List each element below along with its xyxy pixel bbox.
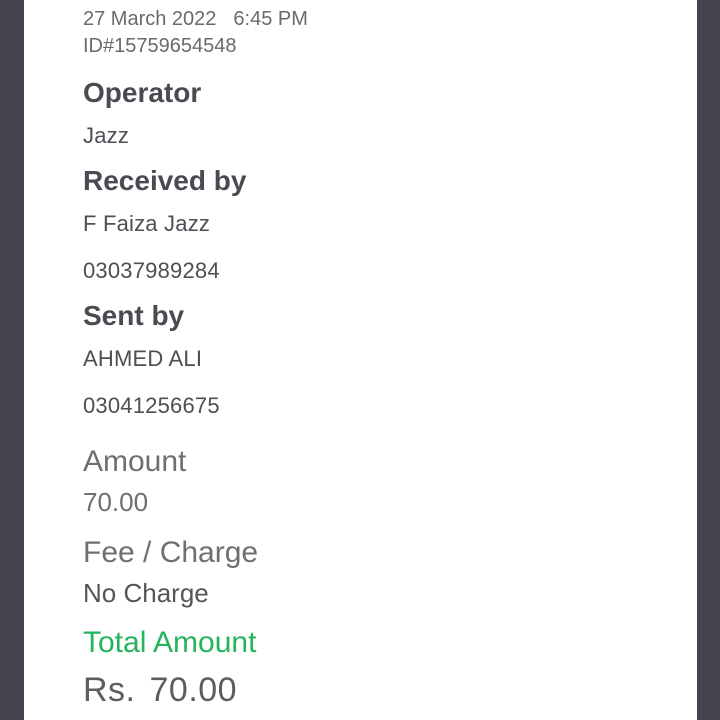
fee-value: No Charge [83,578,209,608]
sent-by-heading: Sent by [83,300,185,331]
transaction-id: ID#15759654548 [83,35,237,57]
currency-label: Rs. [83,671,136,709]
sender-name: AHMED ALI [83,346,203,371]
operator-value: Jazz [83,123,130,148]
transaction-time: 6:45 PM [233,8,308,30]
sender-number: 03041256675 [83,393,220,418]
operator-heading: Operator [83,77,202,108]
total-amount-number: 70.00 [149,671,238,709]
receiver-name: F Faiza Jazz [83,211,211,236]
received-by-heading: Received by [83,165,247,196]
receiver-number: 03037989284 [83,258,220,283]
transaction-date: 27 March 2022 [83,8,217,30]
amount-value: 70.00 [83,487,149,517]
total-amount-heading: Total Amount [83,626,257,659]
fee-heading: Fee / Charge [83,536,259,569]
transaction-receipt-card: 27 March 2022 6:45 PM ID#15759654548 Oper… [24,0,697,720]
amount-heading: Amount [83,445,187,478]
total-amount-value: Rs. 70.00 [83,673,237,707]
transaction-datetime: 27 March 2022 6:45 PM [83,9,308,29]
